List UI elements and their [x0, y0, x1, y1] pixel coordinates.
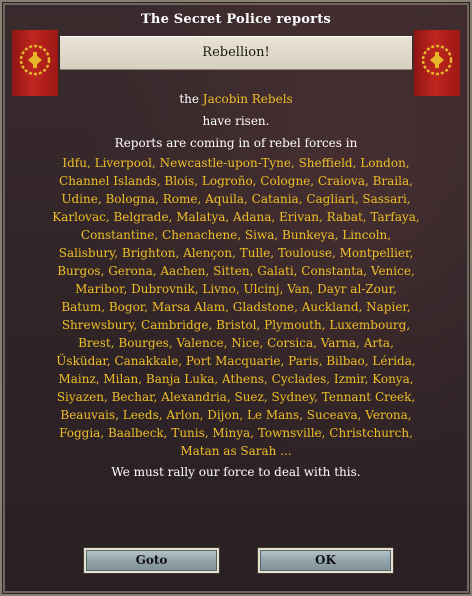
- window-title: The Secret Police reports: [141, 12, 331, 27]
- location-line: Burgos, Gerona, Aachen, Sitten, Galati, …: [57, 264, 415, 278]
- reports-line: Reports are coming in of rebel forces in: [114, 136, 358, 150]
- location-line: Constantine, Chenachene, Siwa, Bunkeya, …: [80, 228, 392, 242]
- closing-line: We must rally our force to deal with thi…: [111, 465, 361, 479]
- location-line: Idfu, Liverpool, Newcastle-upon-Tyne, Sh…: [62, 156, 410, 170]
- location-line: Brest, Bourges, Valence, Nice, Corsica, …: [78, 336, 394, 350]
- location-line: Siyazen, Bechar, Alexandria, Suez, Sydne…: [56, 390, 416, 404]
- location-line: Beauvais, Leeds, Arlon, Dijon, Le Mans, …: [60, 408, 412, 422]
- ok-button[interactable]: OK: [258, 548, 393, 573]
- event-message: the Jacobin Rebels have risen. Reports a…: [24, 90, 448, 481]
- event-heading: Rebellion!: [60, 36, 412, 70]
- location-line: Karlovac, Belgrade, Malatya, Adana, Eriv…: [52, 210, 420, 224]
- location-line: Shrewsbury, Cambridge, Bristol, Plymouth…: [61, 318, 411, 332]
- intro-line: the Jacobin Rebels: [24, 90, 448, 108]
- location-line: Channel Islands, Blois, Logroño, Cologne…: [59, 174, 413, 188]
- event-dialog: The Secret Police reports Rebellion! the…: [0, 0, 472, 596]
- intro-prefix: the: [179, 92, 199, 106]
- verb-line: have risen.: [202, 114, 270, 128]
- location-line: Maribor, Dubrovnik, Livno, Ulcinj, Van, …: [75, 282, 397, 296]
- laurel-wreath-eagle-icon: [19, 44, 51, 76]
- location-list: Idfu, Liverpool, Newcastle-upon-Tyne, Sh…: [24, 154, 448, 460]
- banner-left: [12, 30, 58, 96]
- goto-button[interactable]: Goto: [84, 548, 219, 573]
- rebel-group-name: Jacobin Rebels: [202, 92, 293, 106]
- banner-right: [414, 30, 460, 96]
- location-line: Mainz, Milan, Banja Luka, Athens, Cyclad…: [58, 372, 414, 386]
- location-line: Udine, Bologna, Rome, Aquila, Catania, C…: [61, 192, 411, 206]
- location-line: Foggia, Baalbeck, Tunis, Minya, Townsvil…: [59, 426, 413, 440]
- laurel-wreath-eagle-icon: [421, 44, 453, 76]
- location-line: Üsküdar, Canakkale, Port Macquarie, Pari…: [56, 354, 416, 368]
- location-line: Batum, Bogor, Marsa Alam, Gladstone, Auc…: [61, 300, 411, 314]
- location-line: Matan as Sarah ...: [180, 444, 292, 458]
- location-line: Salisbury, Brighton, Alençon, Tulle, Tou…: [58, 246, 414, 260]
